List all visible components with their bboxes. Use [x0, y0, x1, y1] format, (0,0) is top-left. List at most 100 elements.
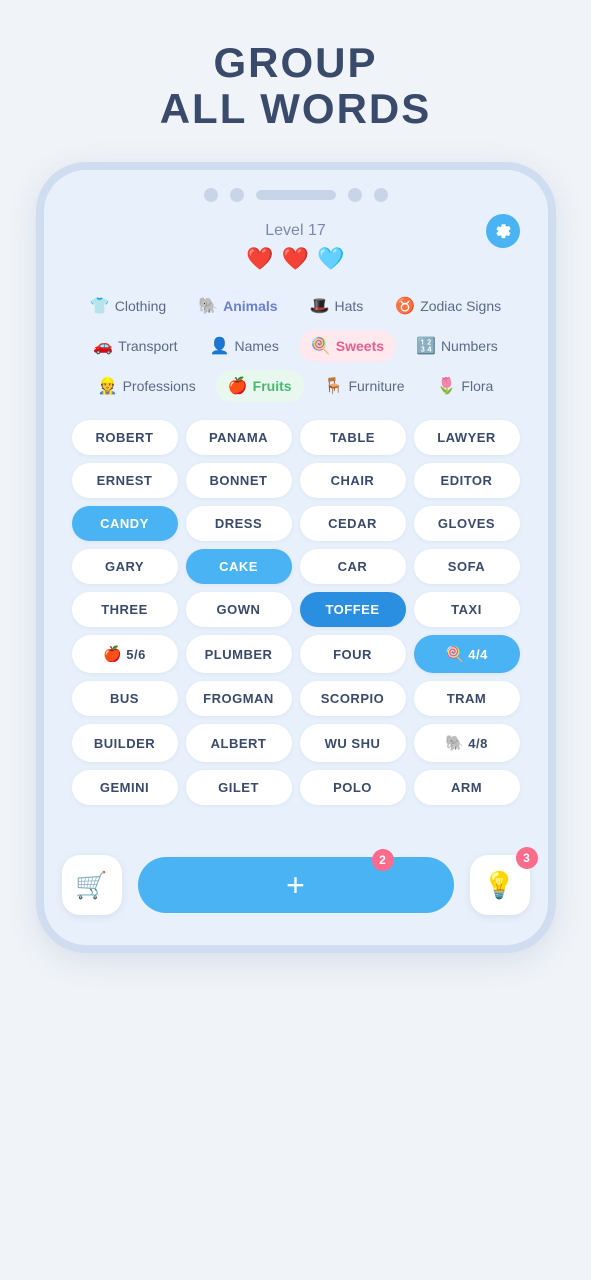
sweets-label: Sweets — [336, 338, 384, 354]
word-chip-35[interactable]: ARM — [414, 770, 520, 805]
word-text-35: ARM — [451, 780, 482, 795]
undefined-badge-icon: 🍎 — [103, 645, 122, 663]
word-text-1: PANAMA — [209, 430, 268, 445]
word-chip-17[interactable]: GOWN — [186, 592, 292, 627]
word-chip-0[interactable]: ROBERT — [72, 420, 178, 455]
hats-icon: 🎩 — [310, 296, 330, 316]
word-text-25: FROGMAN — [203, 691, 274, 706]
category-transport[interactable]: 🚗Transport — [81, 330, 189, 362]
word-chip-4[interactable]: ERNEST — [72, 463, 178, 498]
word-chip-14[interactable]: CAR — [300, 549, 406, 584]
word-text-26: SCORPIO — [321, 691, 384, 706]
word-chip-29[interactable]: ALBERT — [186, 724, 292, 762]
category-professions[interactable]: 👷Professions — [86, 370, 208, 402]
word-chip-31[interactable]: 🐘 4/8 — [414, 724, 520, 762]
word-text-6: CHAIR — [331, 473, 375, 488]
word-chip-23[interactable]: 🍭 4/4 — [414, 635, 520, 673]
word-chip-10[interactable]: CEDAR — [300, 506, 406, 541]
category-fruits[interactable]: 🍎Fruits — [216, 370, 304, 402]
word-chip-26[interactable]: SCORPIO — [300, 681, 406, 716]
flora-icon: 🌷 — [437, 376, 457, 396]
category-zodiac[interactable]: ♉Zodiac Signs — [383, 290, 513, 322]
undefined-badge-count: 4/8 — [468, 736, 488, 751]
word-chip-22[interactable]: FOUR — [300, 635, 406, 673]
word-chip-18[interactable]: TOFFEE — [300, 592, 406, 627]
word-chip-24[interactable]: BUS — [72, 681, 178, 716]
word-chip-5[interactable]: BONNET — [186, 463, 292, 498]
heart-2: ❤️ — [282, 246, 309, 272]
furniture-icon: 🪑 — [324, 376, 344, 396]
word-chip-8[interactable]: CANDY — [72, 506, 178, 541]
word-chip-16[interactable]: THREE — [72, 592, 178, 627]
level-label: Level 17 — [265, 222, 326, 240]
word-chip-6[interactable]: CHAIR — [300, 463, 406, 498]
category-names[interactable]: 👤Names — [198, 330, 291, 362]
heart-1: ❤️ — [246, 246, 273, 272]
word-chip-19[interactable]: TAXI — [414, 592, 520, 627]
notch-dot-2 — [230, 188, 244, 202]
category-flora[interactable]: 🌷Flora — [425, 370, 506, 402]
word-text-34: POLO — [333, 780, 372, 795]
word-text-5: BONNET — [210, 473, 268, 488]
hint-badge: 3 — [516, 847, 538, 869]
gear-icon — [494, 222, 512, 240]
word-chip-3[interactable]: LAWYER — [414, 420, 520, 455]
phone-frame: Level 17 ❤️ ❤️ 🩵 👕Clothing🐘Animals🎩Hats♉… — [36, 162, 556, 953]
category-sweets[interactable]: 🍭Sweets — [299, 330, 396, 362]
add-button[interactable]: + 2 — [138, 857, 454, 913]
hint-button[interactable]: 💡 3 — [470, 855, 530, 915]
word-text-0: ROBERT — [96, 430, 154, 445]
word-text-18: TOFFEE — [325, 602, 379, 617]
undefined-badge-icon: 🍭 — [445, 645, 464, 663]
word-chip-33[interactable]: GILET — [186, 770, 292, 805]
phone-inner: Level 17 ❤️ ❤️ 🩵 👕Clothing🐘Animals🎩Hats♉… — [44, 212, 548, 837]
level-row: Level 17 — [72, 222, 520, 240]
word-chip-12[interactable]: GARY — [72, 549, 178, 584]
notch-bar — [256, 190, 336, 200]
animals-label: Animals — [223, 298, 277, 314]
undefined-badge-count: 4/4 — [468, 647, 488, 662]
word-chip-27[interactable]: TRAM — [414, 681, 520, 716]
word-chip-28[interactable]: BUILDER — [72, 724, 178, 762]
word-chip-13[interactable]: CAKE — [186, 549, 292, 584]
cart-icon: 🛒 — [75, 870, 107, 901]
phone-notch — [44, 170, 548, 212]
word-text-28: BUILDER — [94, 736, 155, 751]
word-text-13: CAKE — [219, 559, 258, 574]
professions-icon: 👷 — [98, 376, 118, 396]
category-hats[interactable]: 🎩Hats — [298, 290, 376, 322]
word-chip-2[interactable]: TABLE — [300, 420, 406, 455]
add-badge: 2 — [372, 849, 394, 871]
word-chip-25[interactable]: FROGMAN — [186, 681, 292, 716]
word-text-11: GLOVES — [438, 516, 495, 531]
word-text-32: GEMINI — [100, 780, 149, 795]
fruits-label: Fruits — [253, 378, 292, 394]
word-chip-30[interactable]: WU SHU — [300, 724, 406, 762]
word-text-27: TRAM — [447, 691, 487, 706]
word-chip-1[interactable]: PANAMA — [186, 420, 292, 455]
zodiac-label: Zodiac Signs — [420, 298, 501, 314]
word-text-29: ALBERT — [211, 736, 267, 751]
transport-label: Transport — [118, 338, 177, 354]
category-animals[interactable]: 🐘Animals — [186, 290, 289, 322]
word-chip-7[interactable]: EDITOR — [414, 463, 520, 498]
word-text-15: SOFA — [448, 559, 485, 574]
undefined-badge-count: 5/6 — [126, 647, 146, 662]
undefined-badge-icon: 🐘 — [445, 734, 464, 752]
word-chip-9[interactable]: DRESS — [186, 506, 292, 541]
category-clothing[interactable]: 👕Clothing — [78, 290, 178, 322]
word-chip-11[interactable]: GLOVES — [414, 506, 520, 541]
word-chip-34[interactable]: POLO — [300, 770, 406, 805]
settings-button[interactable] — [486, 214, 520, 248]
word-chip-32[interactable]: GEMINI — [72, 770, 178, 805]
hats-label: Hats — [334, 298, 363, 314]
word-chip-21[interactable]: PLUMBER — [186, 635, 292, 673]
cart-button[interactable]: 🛒 — [62, 855, 122, 915]
word-text-21: PLUMBER — [205, 647, 273, 662]
word-chip-15[interactable]: SOFA — [414, 549, 520, 584]
word-text-7: EDITOR — [441, 473, 493, 488]
word-chip-20[interactable]: 🍎 5/6 — [72, 635, 178, 673]
category-furniture[interactable]: 🪑Furniture — [312, 370, 417, 402]
category-numbers[interactable]: 🔢Numbers — [404, 330, 510, 362]
names-label: Names — [234, 338, 278, 354]
